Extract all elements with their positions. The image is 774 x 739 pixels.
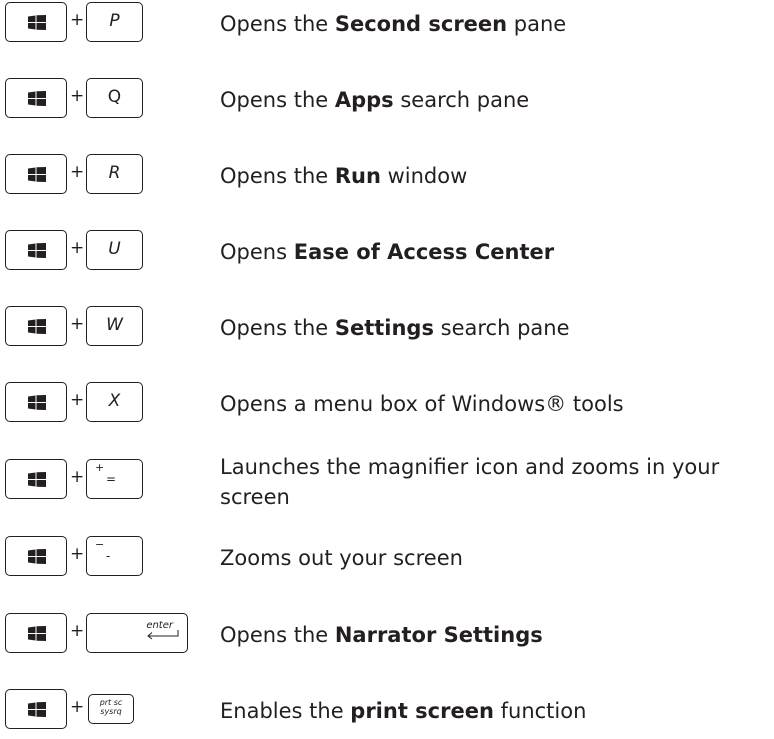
shortcut-row-zoom-in: + + = Launches the magnifier icon and zo… bbox=[0, 455, 774, 519]
key-main-label: - bbox=[106, 549, 111, 563]
plus-sign: + bbox=[70, 10, 85, 30]
shortcut-row-print-screen: + prt sc sysrq Enables the print screen f… bbox=[0, 689, 774, 737]
key-main-label: = bbox=[106, 472, 117, 486]
shortcut-row-zoom-out: + − - Zooms out your screen bbox=[0, 536, 774, 584]
windows-logo-icon bbox=[28, 15, 46, 30]
windows-logo-icon bbox=[28, 472, 46, 487]
windows-key bbox=[5, 306, 67, 346]
windows-key bbox=[5, 230, 67, 270]
shortcut-row-x: + X Opens a menu box of Windows® tools bbox=[0, 382, 774, 430]
key-label: X bbox=[108, 391, 121, 411]
windows-logo-icon bbox=[28, 167, 46, 182]
shortcut-description: Launches the magnifier icon and zooms in… bbox=[220, 455, 720, 509]
windows-logo-icon bbox=[28, 91, 46, 106]
plus-sign: + bbox=[70, 697, 85, 717]
key-top-label: + bbox=[95, 461, 105, 474]
key-label: Q bbox=[107, 87, 122, 107]
key-label: R bbox=[108, 163, 121, 183]
enter-arrow-icon bbox=[147, 630, 179, 640]
shortcut-row-r: + R Opens the Run window bbox=[0, 154, 774, 202]
windows-key bbox=[5, 613, 67, 653]
windows-key bbox=[5, 459, 67, 499]
shortcut-row-u: + U Opens Ease of Access Center bbox=[0, 230, 774, 278]
plus-sign: + bbox=[70, 314, 85, 334]
key-label: prt sc sysrq bbox=[99, 698, 123, 716]
plus-sign: + bbox=[70, 390, 85, 410]
windows-logo-icon bbox=[28, 395, 46, 410]
shortcut-description: Opens the Settings search pane bbox=[220, 316, 570, 340]
plus-sign: + bbox=[70, 238, 85, 258]
shortcut-description: Opens the Second screen pane bbox=[220, 12, 567, 36]
key-top-label: − bbox=[95, 538, 105, 551]
plus-sign: + bbox=[70, 621, 85, 641]
shortcut-row-q: + Q Opens the Apps search pane bbox=[0, 78, 774, 126]
key-label: P bbox=[109, 11, 120, 31]
shortcut-row-w: + W Opens the Settings search pane bbox=[0, 306, 774, 354]
windows-key bbox=[5, 78, 67, 118]
key-q: Q bbox=[86, 78, 143, 118]
shortcut-description: Enables the print screen function bbox=[220, 699, 587, 723]
windows-logo-icon bbox=[28, 319, 46, 334]
windows-key bbox=[5, 154, 67, 194]
plus-sign: + bbox=[70, 544, 85, 564]
shortcut-description: Opens the Apps search pane bbox=[220, 88, 530, 112]
shortcut-description: Opens Ease of Access Center bbox=[220, 240, 555, 264]
windows-logo-icon bbox=[28, 702, 46, 717]
windows-logo-icon bbox=[28, 243, 46, 258]
windows-key bbox=[5, 2, 67, 42]
key-p: P bbox=[86, 2, 143, 42]
windows-key bbox=[5, 382, 67, 422]
key-u: U bbox=[86, 230, 143, 270]
windows-key bbox=[5, 689, 67, 729]
plus-sign: + bbox=[70, 467, 85, 487]
key-plus-equals: + = bbox=[86, 459, 143, 499]
key-enter: enter bbox=[86, 613, 188, 653]
key-w: W bbox=[86, 306, 143, 346]
key-r: R bbox=[86, 154, 143, 194]
key-x: X bbox=[86, 382, 143, 422]
windows-logo-icon bbox=[28, 549, 46, 564]
windows-logo-icon bbox=[28, 626, 46, 641]
plus-sign: + bbox=[70, 162, 85, 182]
plus-sign: + bbox=[70, 86, 85, 106]
shortcut-row-enter: + enter Opens the Narrator Settings bbox=[0, 613, 774, 661]
key-print-screen: prt sc sysrq bbox=[88, 694, 134, 724]
windows-key bbox=[5, 536, 67, 576]
shortcut-description: Opens a menu box of Windows® tools bbox=[220, 392, 624, 416]
shortcut-description: Opens the Run window bbox=[220, 164, 468, 188]
key-label: U bbox=[108, 239, 121, 259]
key-minus: − - bbox=[86, 536, 143, 576]
shortcut-row-p: + P Opens the Second screen pane bbox=[0, 2, 774, 50]
shortcut-description: Zooms out your screen bbox=[220, 546, 463, 570]
shortcut-description: Opens the Narrator Settings bbox=[220, 623, 543, 647]
key-label: W bbox=[106, 315, 123, 335]
